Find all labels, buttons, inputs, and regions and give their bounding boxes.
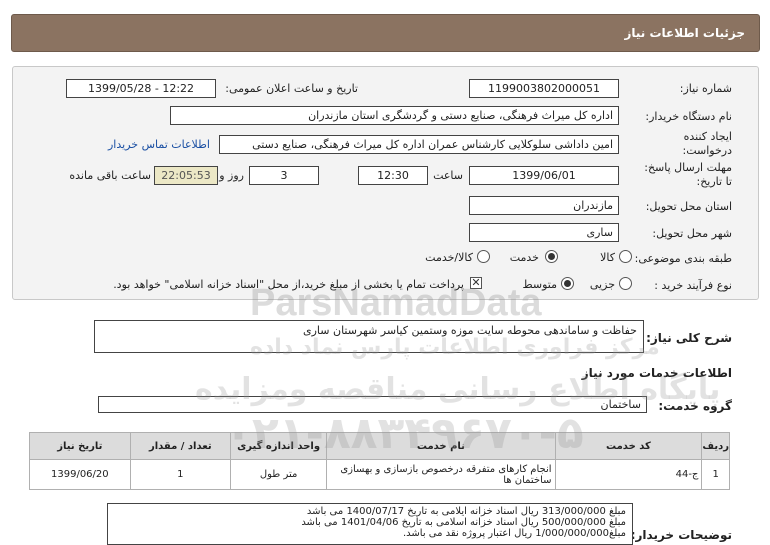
table-row: 1399/06/20 1 متر طول انجام کارهای متفرقه…	[29, 459, 730, 490]
category-radio-goods[interactable]	[619, 250, 632, 263]
treasury-payment-checkbox[interactable]: ✕	[470, 277, 482, 289]
services-table: تاریخ نیاز تعداد / مقدار واحد اندازه گیر…	[29, 432, 730, 490]
cell-unit: متر طول	[229, 459, 328, 490]
announce-label: تاریخ و ساعت اعلان عمومی:	[225, 82, 358, 95]
col-quantity: تعداد / مقدار	[129, 432, 231, 460]
days-label: روز و	[219, 169, 244, 182]
remaining-label: ساعت باقی مانده	[69, 169, 151, 182]
notes-label: توضیحات خریدار:	[630, 528, 732, 542]
cell-quantity: 1	[129, 459, 231, 490]
col-service-name: نام خدمت	[326, 432, 556, 460]
category-option-goods: کالا	[600, 251, 615, 264]
page-header: جزئیات اطلاعات نیاز	[11, 14, 760, 52]
buyer-contact-link[interactable]: اطلاعات تماس خریدار	[108, 138, 210, 151]
category-option-service: خدمت	[509, 251, 539, 264]
services-section-title: اطلاعات خدمات مورد نیاز	[581, 366, 732, 380]
need-number-field: 1199003802000051	[469, 79, 619, 98]
category-label: طبقه بندی موضوعی:	[634, 252, 732, 265]
category-radio-service[interactable]	[545, 250, 558, 263]
cell-need-date: 1399/06/20	[29, 459, 131, 490]
time-label: ساعت	[433, 169, 463, 182]
process-radio-medium[interactable]	[561, 277, 574, 290]
city-field: ساری	[469, 223, 619, 242]
creator-label: ایجاد کننده	[683, 130, 732, 143]
category-radio-goods-service[interactable]	[477, 250, 490, 263]
category-option-goods-service: کالا/خدمت	[425, 251, 473, 264]
buyer-label: نام دستگاه خریدار:	[645, 110, 732, 123]
notes-line: مبلغ1/000/000/000 ریال اعتبار پروژه نقد …	[402, 528, 626, 539]
cell-row-number: 1	[701, 459, 730, 490]
notes-line: مبلغ 313/000/000 ریال اسناد خزانه ایلامی…	[306, 506, 626, 517]
description-label: شرح کلی نیاز:	[646, 331, 732, 345]
col-service-code: کد خدمت	[554, 432, 703, 460]
payment-note: پرداخت تمام یا بخشی از مبلغ خرید،از محل …	[113, 278, 464, 291]
table-header-row: تاریخ نیاز تعداد / مقدار واحد اندازه گیر…	[29, 432, 730, 460]
need-number-label: شماره نیاز:	[679, 82, 732, 95]
page-title: جزئیات اطلاعات نیاز	[624, 26, 745, 40]
deadline-time-field: 12:30	[358, 166, 428, 185]
creator-field: امین داداشی سلوکلایی کارشناس عمران اداره…	[219, 135, 619, 154]
cell-service-code: ج-44	[554, 459, 703, 490]
service-group-field: ساختمان	[98, 396, 647, 413]
creator-label-2: درخواست:	[682, 144, 732, 157]
col-unit: واحد اندازه گیری	[229, 432, 328, 460]
col-need-date: تاریخ نیاز	[29, 432, 131, 460]
process-option-medium: متوسط	[522, 278, 557, 291]
city-label: شهر محل تحویل:	[652, 227, 732, 240]
remaining-time-field: 22:05:53	[154, 166, 218, 185]
province-field: مازندران	[469, 196, 619, 215]
col-row-number: ردیف	[701, 432, 730, 460]
notes-field: مبلغ 313/000/000 ریال اسناد خزانه ایلامی…	[107, 503, 633, 545]
announce-field: 1399/05/28 - 12:22	[66, 79, 216, 98]
process-radio-minor[interactable]	[619, 277, 632, 290]
process-label: نوع فرآیند خرید :	[654, 279, 732, 292]
cell-service-name: انجام کارهای متفرقه درخصوص بازسازی و بهس…	[326, 459, 556, 490]
days-field: 3	[249, 166, 319, 185]
deadline-label-2: تا تاریخ:	[696, 175, 732, 188]
description-field: حفاظت و ساماندهی محوطه سایت موزه وستمین …	[94, 320, 644, 353]
buyer-field: اداره کل میراث فرهنگی، صنایع دستی و گردش…	[170, 106, 619, 125]
process-option-minor: جزیی	[589, 278, 615, 291]
deadline-label: مهلت ارسال پاسخ:	[644, 161, 732, 174]
service-group-label: گروه خدمت:	[658, 399, 732, 413]
deadline-date-field: 1399/06/01	[469, 166, 619, 185]
notes-line: مبلغ 500/000/000 ریال اسناد خزانه اسلامی…	[301, 517, 626, 528]
province-label: استان محل تحویل:	[645, 200, 732, 213]
